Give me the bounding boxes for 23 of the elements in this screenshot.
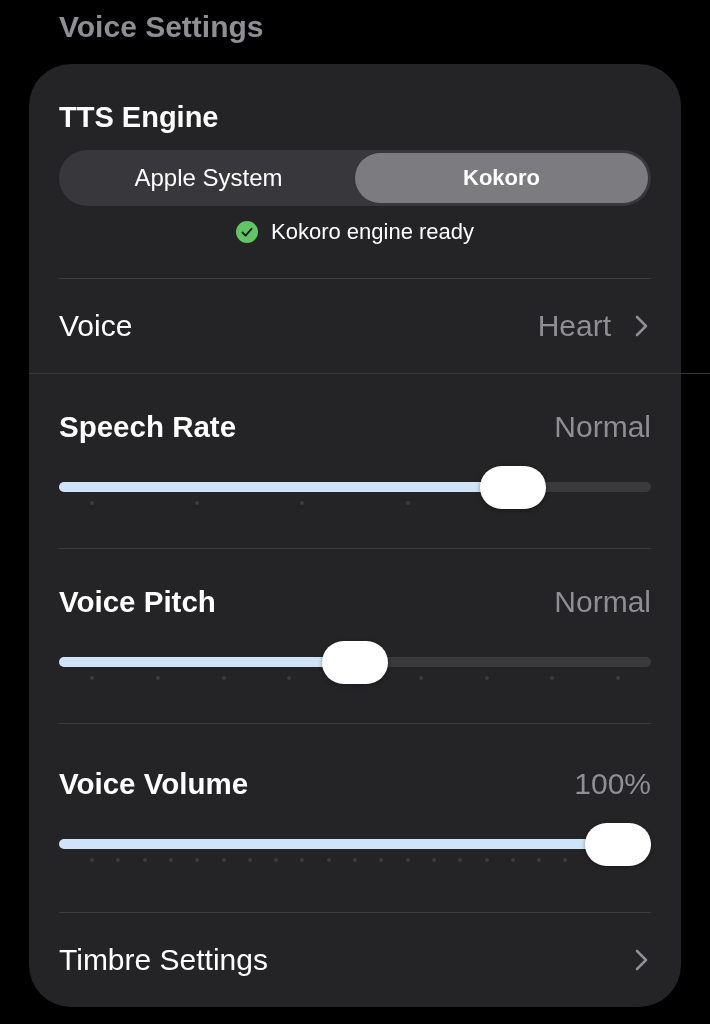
check-circle-icon — [236, 221, 258, 243]
status-text: Kokoro engine ready — [271, 219, 474, 245]
slider-label: Voice Pitch — [59, 585, 216, 619]
slider-reading: 100% — [574, 767, 651, 801]
page-title: Voice Settings — [58, 10, 265, 44]
slider-track[interactable] — [59, 466, 651, 509]
segment-tab[interactable]: Kokoro — [355, 153, 648, 203]
chevron-icon[interactable] — [635, 315, 648, 337]
chevron-icon[interactable] — [635, 949, 648, 971]
slider-track[interactable] — [59, 641, 651, 684]
slider-label: Voice Volume — [59, 767, 249, 801]
segment-tab[interactable]: Apple System — [62, 153, 355, 203]
slider-thumb[interactable] — [585, 823, 651, 866]
setting-label: Voice — [59, 308, 134, 344]
setting-label: Timbre Settings — [59, 942, 269, 978]
setting-value: Heart — [537, 308, 611, 344]
slider-track[interactable] — [59, 823, 651, 866]
slider-reading: Normal — [554, 585, 651, 619]
slider-thumb[interactable] — [322, 641, 388, 684]
section-heading: TTS Engine — [59, 100, 220, 134]
slider-label: Speech Rate — [59, 410, 237, 444]
slider-thumb[interactable] — [479, 466, 546, 509]
slider-reading: Normal — [554, 410, 651, 444]
